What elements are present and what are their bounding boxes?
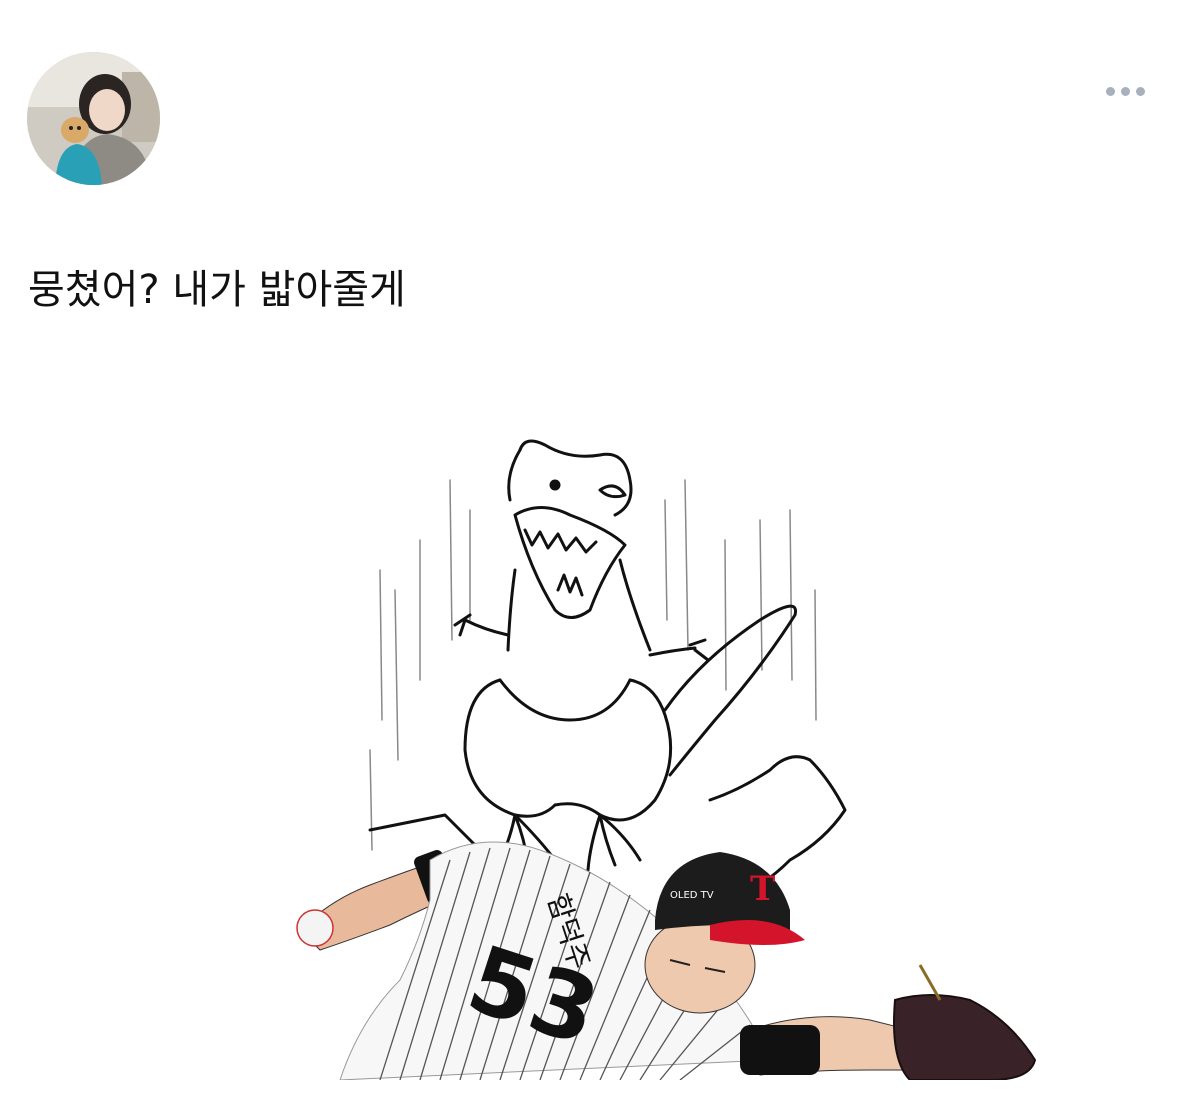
more-dot-icon [1135,86,1145,96]
more-dot-icon [1120,86,1130,96]
avatar-photo-icon [27,52,160,185]
post-text: 뭉쳤어? 내가 밟아줄게 [28,267,406,313]
author-avatar[interactable] [27,52,160,185]
more-dot-icon [1105,86,1115,96]
cap-logo: T [750,869,775,909]
post-media-image[interactable]: 53 함덕주 OLED TV T [270,420,1060,1081]
more-options-button[interactable] [1100,76,1150,106]
cap-text: OLED TV [670,890,714,901]
dinosaur-pitcher-illustration: 53 함덕주 OLED TV T [296,439,1037,1081]
